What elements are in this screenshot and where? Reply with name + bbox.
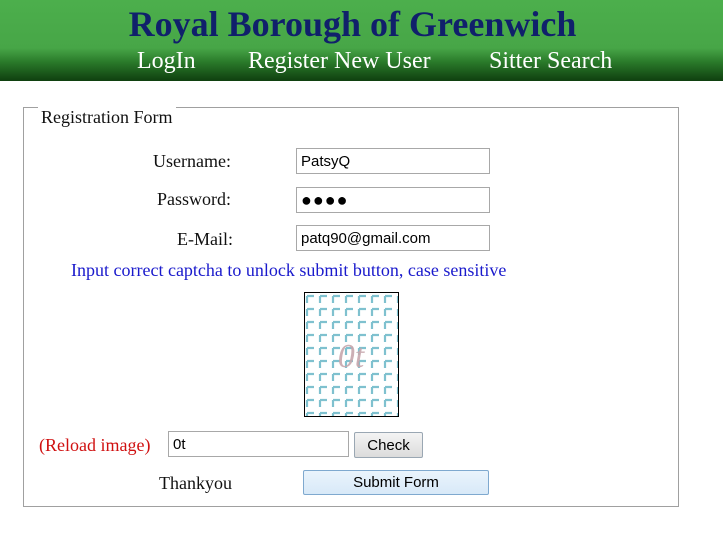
check-button[interactable]: Check [354,432,423,458]
site-title: Royal Borough of Greenwich [128,4,577,44]
captcha-input[interactable] [168,431,349,457]
submit-form-button[interactable]: Submit Form [303,470,489,495]
password-input[interactable]: ●●●● [296,187,490,213]
nav-sitter-search-link[interactable]: Sitter Search [489,46,612,76]
captcha-image: 0t [304,292,399,417]
captcha-pattern: 0t [305,293,398,416]
nav-login-link[interactable]: LogIn [137,46,196,76]
username-label: Username: [153,151,231,171]
captcha-text: 0t [338,338,366,375]
form-legend: Registration Form [38,106,176,128]
thankyou-text: Thankyou [159,473,232,493]
nav-register-link[interactable]: Register New User [248,46,431,76]
email-label: E-Mail: [177,229,233,249]
reload-image-link[interactable]: (Reload image) [39,434,150,456]
email-input[interactable] [296,225,490,251]
username-input[interactable] [296,148,490,174]
password-label: Password: [157,189,232,209]
site-header: Royal Borough of Greenwich LogIn Registe… [0,0,723,81]
captcha-instruction: Input correct captcha to unlock submit b… [71,260,507,280]
